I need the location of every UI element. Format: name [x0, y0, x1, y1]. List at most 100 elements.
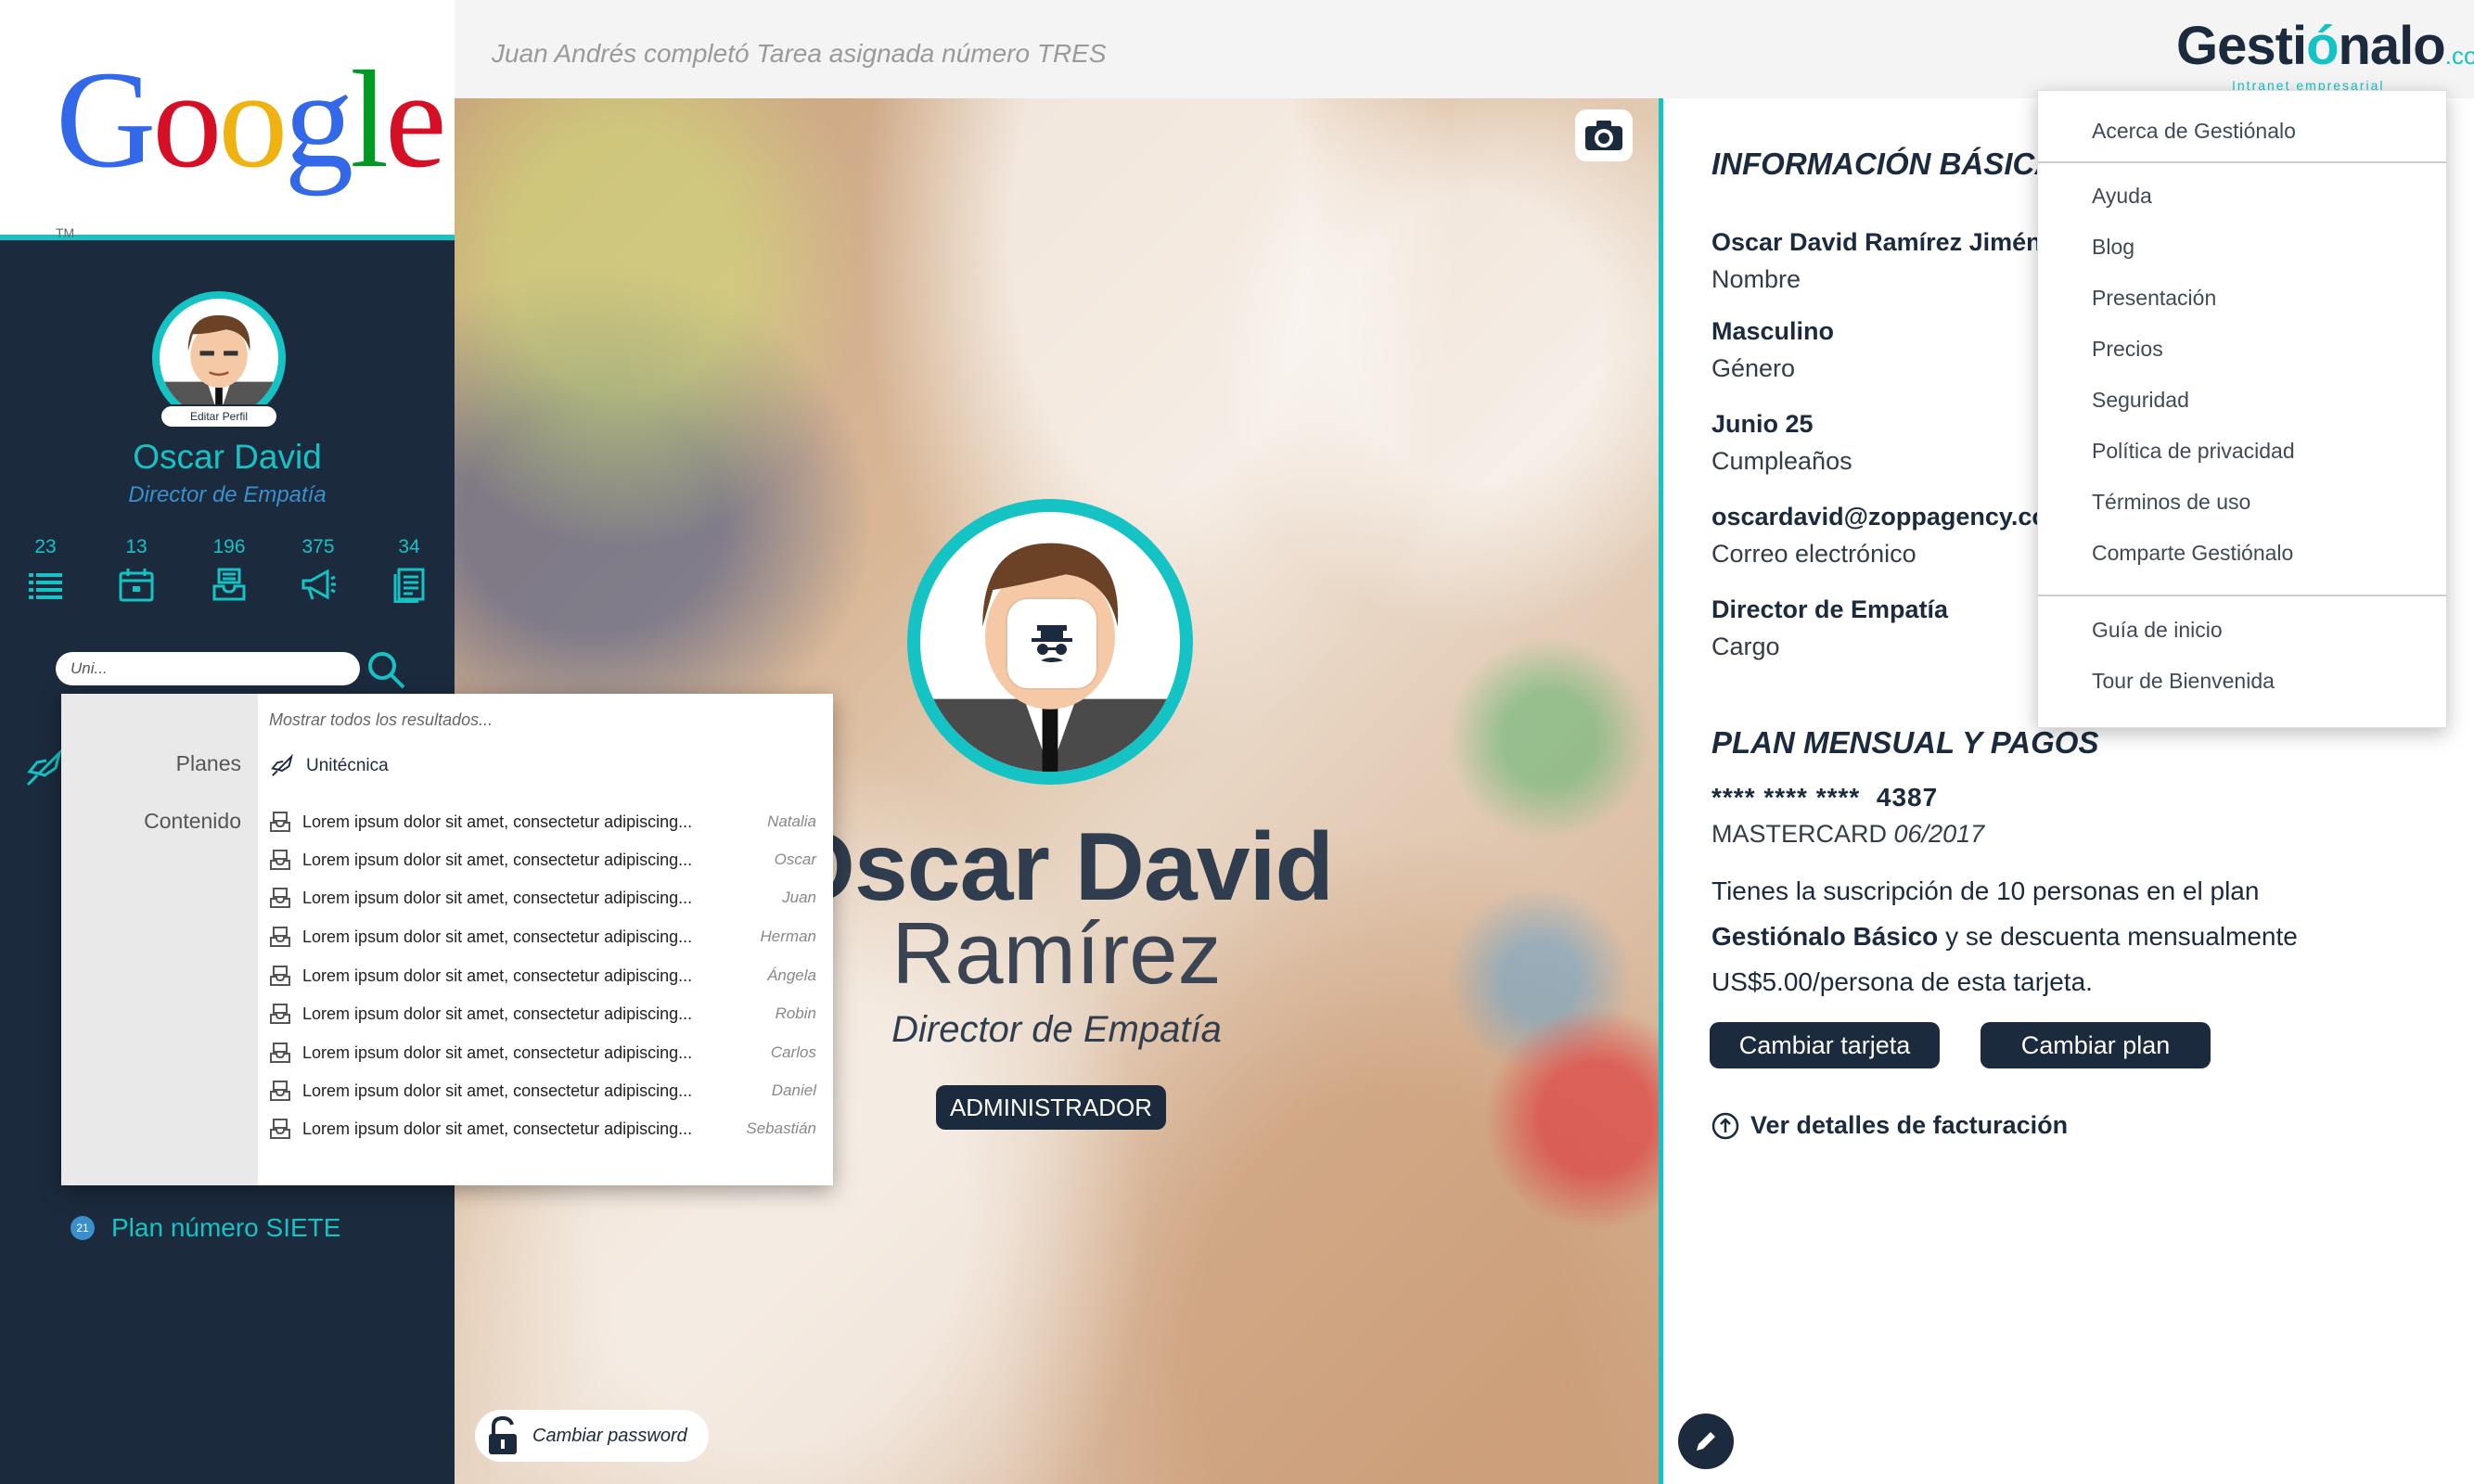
search-input[interactable] [56, 652, 360, 685]
inbox-icon [270, 1043, 290, 1063]
change-password-label: Cambiar password [532, 1425, 687, 1446]
search-icon[interactable] [365, 649, 406, 690]
change-cover-button[interactable] [1575, 109, 1633, 161]
profile-role: Director de Empatía [128, 482, 327, 507]
field-birthday-label: Cumpleaños [1711, 447, 1852, 475]
plan-text-2: y se descuenta mensualmente [1938, 922, 2298, 951]
show-all-results-link[interactable]: Mostrar todos los resultados... [269, 710, 493, 730]
content-result-row[interactable]: Lorem ipsum dolor sit amet, consectetur … [269, 923, 816, 951]
menu-item-terms[interactable]: Términos de uso [2092, 490, 2250, 515]
field-position-value: Director de Empatía [1711, 595, 1949, 623]
change-plan-button[interactable]: Cambiar plan [1980, 1022, 2211, 1068]
brand-tld: .co [2444, 42, 2474, 70]
result-text: Lorem ipsum dolor sit amet, consectetur … [302, 812, 693, 831]
menu-item-blog[interactable]: Blog [2092, 235, 2134, 260]
stat-announcements[interactable]: 375 [286, 536, 351, 603]
menu-divider [2038, 595, 2446, 596]
menu-item-about[interactable]: Acerca de Gestiónalo [2092, 119, 2296, 144]
menu-item-presentation[interactable]: Presentación [2092, 286, 2216, 311]
content-result-row[interactable]: Lorem ipsum dolor sit amet, consectetur … [269, 1000, 816, 1028]
inbox-icon [270, 850, 290, 870]
brand-part: Gesti [2176, 16, 2307, 76]
search-box [56, 652, 360, 685]
card-mask: **** **** **** [1711, 783, 1861, 812]
content-result-row[interactable]: Lorem ipsum dolor sit amet, consectetur … [269, 1039, 816, 1067]
field-gender-label: Género [1711, 354, 1796, 382]
content-result-row[interactable]: Lorem ipsum dolor sit amet, consectetur … [269, 1077, 816, 1105]
card-brand: MASTERCARD 06/2017 [1711, 820, 1984, 849]
results-category-column: Planes Contenido [61, 694, 258, 1185]
inbox-icon [270, 966, 290, 986]
plan-text-1: Tienes la suscripción de 10 personas en … [1711, 876, 2260, 905]
card-brand-name: MASTERCARD [1711, 820, 1888, 848]
section-title-info: INFORMACIÓN BÁSICA [1711, 147, 2057, 181]
plan-name: Gestiónalo Básico [1711, 922, 1939, 951]
calendar-icon [119, 569, 154, 602]
stat-documents[interactable]: 34 [377, 536, 442, 603]
stat-value: 13 [125, 536, 147, 557]
edit-profile-button[interactable]: Editar Perfil [160, 404, 278, 429]
result-author: Herman [760, 928, 816, 945]
top-bar: Juan Andrés completó Tarea asignada núme… [455, 0, 2474, 98]
disguise-button[interactable] [1007, 599, 1096, 688]
notification-text[interactable]: Juan Andrés completó Tarea asignada núme… [492, 39, 1107, 69]
field-gender-value: Masculino [1711, 317, 1835, 345]
change-card-button[interactable]: Cambiar tarjeta [1710, 1022, 1940, 1068]
stat-value: 23 [34, 536, 57, 557]
stat-value: 196 [212, 536, 246, 557]
incognito-icon [1032, 625, 1072, 662]
menu-item-privacy[interactable]: Política de privacidad [2092, 439, 2295, 464]
plan-result[interactable]: Unitécnica [269, 753, 389, 779]
brand-logo[interactable]: Gestiónalo.co Intranet empresarial [2176, 15, 2474, 93]
section-title-plan: PLAN MENSUAL Y PAGOS [1711, 725, 2099, 760]
trademark: TM [56, 225, 75, 240]
result-text: Lorem ipsum dolor sit amet, consectetur … [302, 850, 693, 869]
sidebar-item-plan[interactable]: 21 Plan número SIETE [71, 1213, 340, 1243]
inbox-icon [270, 1119, 290, 1139]
stat-events[interactable]: 13 [104, 536, 169, 603]
content-result-row[interactable]: Lorem ipsum dolor sit amet, consectetur … [269, 884, 816, 912]
megaphone-icon [301, 569, 336, 600]
inbox-icon [270, 1081, 290, 1101]
google-letter: l [350, 43, 389, 197]
unlock-icon [489, 1415, 517, 1454]
plan-label: Plan número SIETE [111, 1213, 341, 1242]
plan-description: Tienes la suscripción de 10 personas en … [1711, 868, 2361, 1004]
field-name-value: Oscar David Ramírez Jiménez [1711, 228, 2069, 256]
plan-result-label: Unitécnica [306, 756, 389, 775]
result-text: Lorem ipsum dolor sit amet, consectetur … [302, 966, 693, 985]
stat-tasks[interactable]: 23 [13, 536, 78, 603]
content-result-row[interactable]: Lorem ipsum dolor sit amet, consectetur … [269, 1115, 816, 1143]
content-result-row[interactable]: Lorem ipsum dolor sit amet, consectetur … [269, 962, 816, 990]
field-position-label: Cargo [1711, 633, 1780, 660]
result-author: Sebastián [746, 1119, 816, 1137]
result-author: Oscar [774, 851, 816, 868]
rocket-icon[interactable] [24, 748, 65, 788]
field-email-value: oscardavid@zoppagency.com [1711, 503, 2070, 531]
result-text: Lorem ipsum dolor sit amet, consectetur … [302, 888, 693, 907]
avatar-illustration [160, 314, 278, 417]
result-author: Robin [775, 1004, 816, 1022]
content-result-row[interactable]: Lorem ipsum dolor sit amet, consectetur … [269, 808, 816, 836]
menu-item-pricing[interactable]: Precios [2092, 337, 2163, 362]
menu-item-help[interactable]: Ayuda [2092, 184, 2152, 209]
change-password-button[interactable]: Cambiar password [475, 1410, 709, 1462]
result-author: Juan [782, 889, 816, 906]
inbox-icon [212, 568, 246, 601]
inbox-icon [270, 1004, 290, 1024]
menu-item-share[interactable]: Comparte Gestiónalo [2092, 541, 2293, 566]
menu-item-welcome-tour[interactable]: Tour de Bienvenida [2092, 669, 2275, 694]
stat-messages[interactable]: 196 [197, 536, 262, 603]
stat-value: 375 [301, 536, 335, 557]
billing-details-link[interactable]: Ver detalles de facturación [1711, 1111, 2068, 1140]
billing-link-label: Ver detalles de facturación [1750, 1111, 2069, 1139]
content-result-row[interactable]: Lorem ipsum dolor sit amet, consectetur … [269, 846, 816, 874]
menu-item-security[interactable]: Seguridad [2092, 388, 2189, 413]
stat-value: 34 [398, 536, 420, 557]
profile-name: Oscar David [133, 438, 322, 476]
google-letter: G [56, 43, 156, 197]
card-last-digits: 4387 [1876, 783, 1939, 812]
edit-profile-fab[interactable] [1678, 1414, 1734, 1469]
google-logo[interactable]: GoogleTM [56, 50, 455, 328]
menu-item-getting-started[interactable]: Guía de inicio [2092, 618, 2223, 643]
